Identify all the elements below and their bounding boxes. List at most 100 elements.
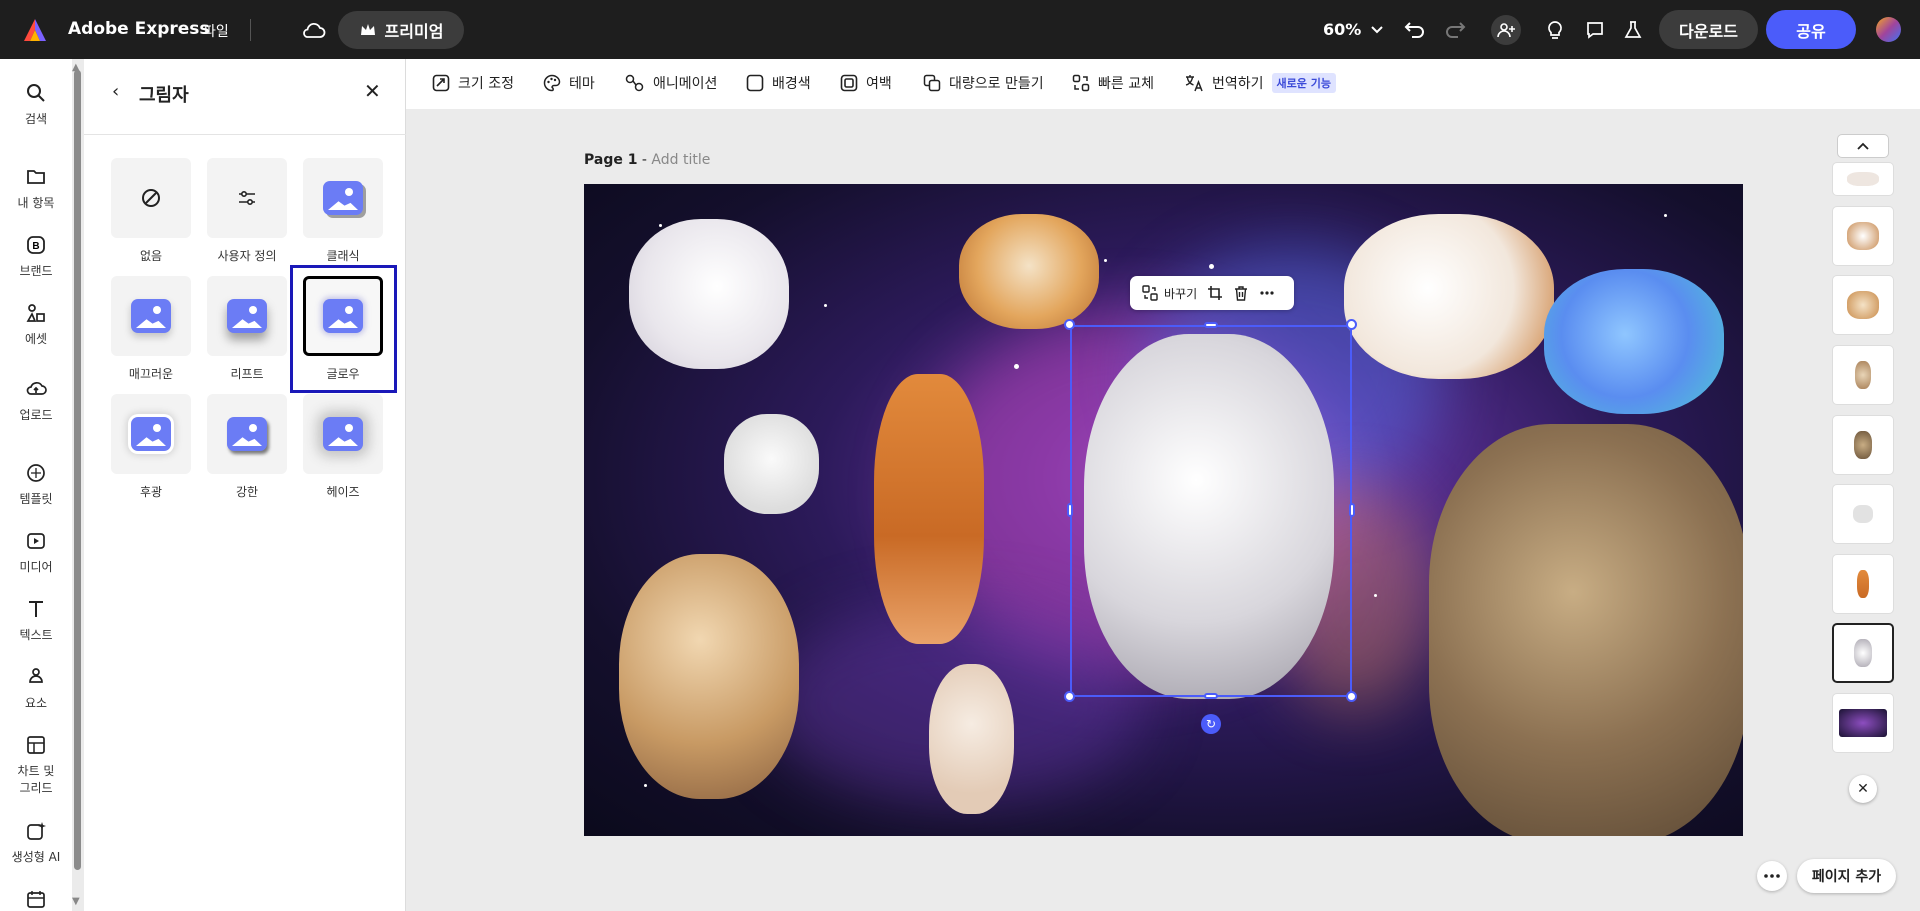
toolbar-background-color[interactable]: 배경색: [746, 73, 811, 93]
toolbar-label: 테마: [569, 76, 595, 92]
scroll-down-arrow-icon[interactable]: ▼: [72, 896, 80, 907]
layer-thumbnail[interactable]: [1832, 275, 1894, 335]
close-layers-icon[interactable]: ✕: [1849, 775, 1877, 803]
layer-thumbnail[interactable]: [1832, 693, 1894, 753]
zoom-dropdown[interactable]: 60%: [1323, 20, 1384, 39]
layer-thumbnail[interactable]: [1832, 206, 1894, 266]
rotate-icon[interactable]: ↻: [1201, 714, 1221, 734]
scroll-up-button[interactable]: [1837, 134, 1889, 158]
undo-icon[interactable]: [1401, 16, 1429, 44]
invite-icon[interactable]: [1491, 15, 1521, 45]
star: [824, 304, 827, 307]
rail-item-generative-ai[interactable]: 생성형 AI: [0, 820, 72, 865]
resize-handle[interactable]: [1067, 503, 1073, 517]
trash-icon[interactable]: [1233, 285, 1249, 301]
rail-item-media[interactable]: 미디어: [0, 530, 72, 575]
resize-handle[interactable]: [1346, 319, 1357, 330]
resize-handle[interactable]: [1204, 322, 1218, 328]
rail-item-templates[interactable]: 템플릿: [0, 462, 72, 507]
layer-thumbnail[interactable]: [1832, 162, 1894, 196]
rail-item-text[interactable]: 텍스트: [0, 598, 72, 643]
tabby-cat-image[interactable]: [1429, 424, 1743, 836]
crop-icon[interactable]: [1207, 285, 1223, 301]
orange-cat-image[interactable]: [874, 374, 984, 644]
rail-item-assets[interactable]: 에셋: [0, 302, 72, 347]
star: [1014, 364, 1019, 369]
pomeranian-dog-image[interactable]: [629, 219, 789, 369]
ellipsis-icon: [1764, 874, 1780, 878]
replace-icon: [1142, 285, 1158, 301]
rail-item-my-stuff[interactable]: 내 항목: [0, 166, 72, 211]
redo-icon[interactable]: [1441, 16, 1469, 44]
resize-handle[interactable]: [1346, 691, 1357, 702]
replace-button[interactable]: 바꾸기: [1142, 285, 1197, 302]
standing-hamster-image[interactable]: [929, 664, 1014, 814]
add-title-field[interactable]: Add title: [651, 152, 710, 168]
shadow-option-halo[interactable]: 후광: [110, 394, 192, 500]
page-title-row[interactable]: Page 1 - Add title: [584, 152, 710, 168]
layer-thumbnail[interactable]: [1832, 345, 1894, 405]
rail-item-brand[interactable]: B 브랜드: [0, 234, 72, 279]
resize-handle[interactable]: [1064, 319, 1075, 330]
shadow-option-classic[interactable]: 클래식: [302, 158, 384, 264]
cloud-icon[interactable]: [300, 19, 326, 41]
lightbulb-icon[interactable]: [1541, 16, 1569, 44]
premium-button[interactable]: 프리미엄: [338, 11, 464, 49]
resize-handle[interactable]: [1064, 691, 1075, 702]
left-rail: 검색 내 항목 B 브랜드 에셋 업로드 템플릿 미디어 텍스트 요소 차트 및…: [0, 59, 72, 911]
image-icon: [323, 417, 363, 451]
palette-icon: [543, 74, 561, 92]
star: [1664, 214, 1667, 217]
resize-handle[interactable]: [1204, 693, 1218, 699]
blue-guinea-pig-image[interactable]: [1544, 269, 1724, 414]
add-page-button[interactable]: 페이지 추가: [1797, 859, 1896, 893]
brand-icon: B: [27, 236, 45, 254]
close-icon[interactable]: ✕: [364, 79, 381, 103]
shadow-option-strong[interactable]: 강한: [206, 394, 288, 500]
file-menu[interactable]: 파일: [203, 21, 229, 41]
rail-item-elements[interactable]: 요소: [0, 666, 72, 711]
background-color-icon: [746, 74, 764, 92]
comment-icon[interactable]: [1581, 16, 1609, 44]
toolbar-theme[interactable]: 테마: [543, 73, 595, 93]
search-icon: [27, 84, 45, 102]
download-button[interactable]: 다운로드: [1659, 10, 1758, 49]
rail-item-upload[interactable]: 업로드: [0, 378, 72, 423]
more-options-button[interactable]: [1757, 861, 1787, 891]
template-icon: [27, 464, 45, 482]
rail-item-search[interactable]: 검색: [0, 82, 72, 127]
layer-thumbnail[interactable]: [1832, 554, 1894, 614]
panel-title: 그림자: [139, 85, 189, 106]
hamster-image[interactable]: [959, 214, 1099, 329]
labs-flask-icon[interactable]: [1619, 16, 1647, 44]
toolbar-margin[interactable]: 여백: [840, 73, 892, 93]
toolbar-translate[interactable]: 번역하기 새로운 기능: [1184, 73, 1336, 93]
shadow-option-smooth[interactable]: 매끄러운: [110, 276, 192, 382]
back-chevron-icon[interactable]: ‹: [112, 81, 119, 102]
shadow-option-custom[interactable]: 사용자 정의: [206, 158, 288, 264]
toolbar-animation[interactable]: 애니메이션: [625, 73, 717, 93]
shadow-tile: [111, 394, 191, 474]
layer-thumbnail-selected[interactable]: [1832, 623, 1894, 683]
layer-thumbnail[interactable]: [1832, 415, 1894, 475]
none-icon: [142, 189, 160, 207]
resize-handle[interactable]: [1349, 503, 1355, 517]
avatar[interactable]: [1876, 17, 1901, 42]
shadow-option-haze[interactable]: 헤이즈: [302, 394, 384, 500]
more-options-icon[interactable]: [1259, 285, 1275, 301]
selection-bounding-box[interactable]: [1070, 325, 1352, 697]
rail-item-more[interactable]: [0, 888, 72, 911]
share-button[interactable]: 공유: [1766, 10, 1856, 49]
adobe-express-logo[interactable]: [22, 17, 48, 43]
left-scrollbar[interactable]: [74, 70, 81, 870]
rail-item-charts[interactable]: 차트 및 그리드: [0, 734, 72, 796]
toolbar-quick-swap[interactable]: 빠른 교체: [1072, 73, 1154, 93]
scottish-fold-kitten-image[interactable]: [619, 554, 799, 799]
shadow-option-lift[interactable]: 리프트: [206, 276, 288, 382]
white-hamster-image[interactable]: [724, 414, 819, 514]
guinea-pig-image[interactable]: [1344, 214, 1554, 379]
toolbar-bulk-create[interactable]: 대량으로 만들기: [923, 73, 1044, 93]
toolbar-resize[interactable]: 크기 조정: [432, 73, 514, 93]
layer-thumbnail[interactable]: [1832, 484, 1894, 544]
shadow-option-none[interactable]: 없음: [110, 158, 192, 264]
